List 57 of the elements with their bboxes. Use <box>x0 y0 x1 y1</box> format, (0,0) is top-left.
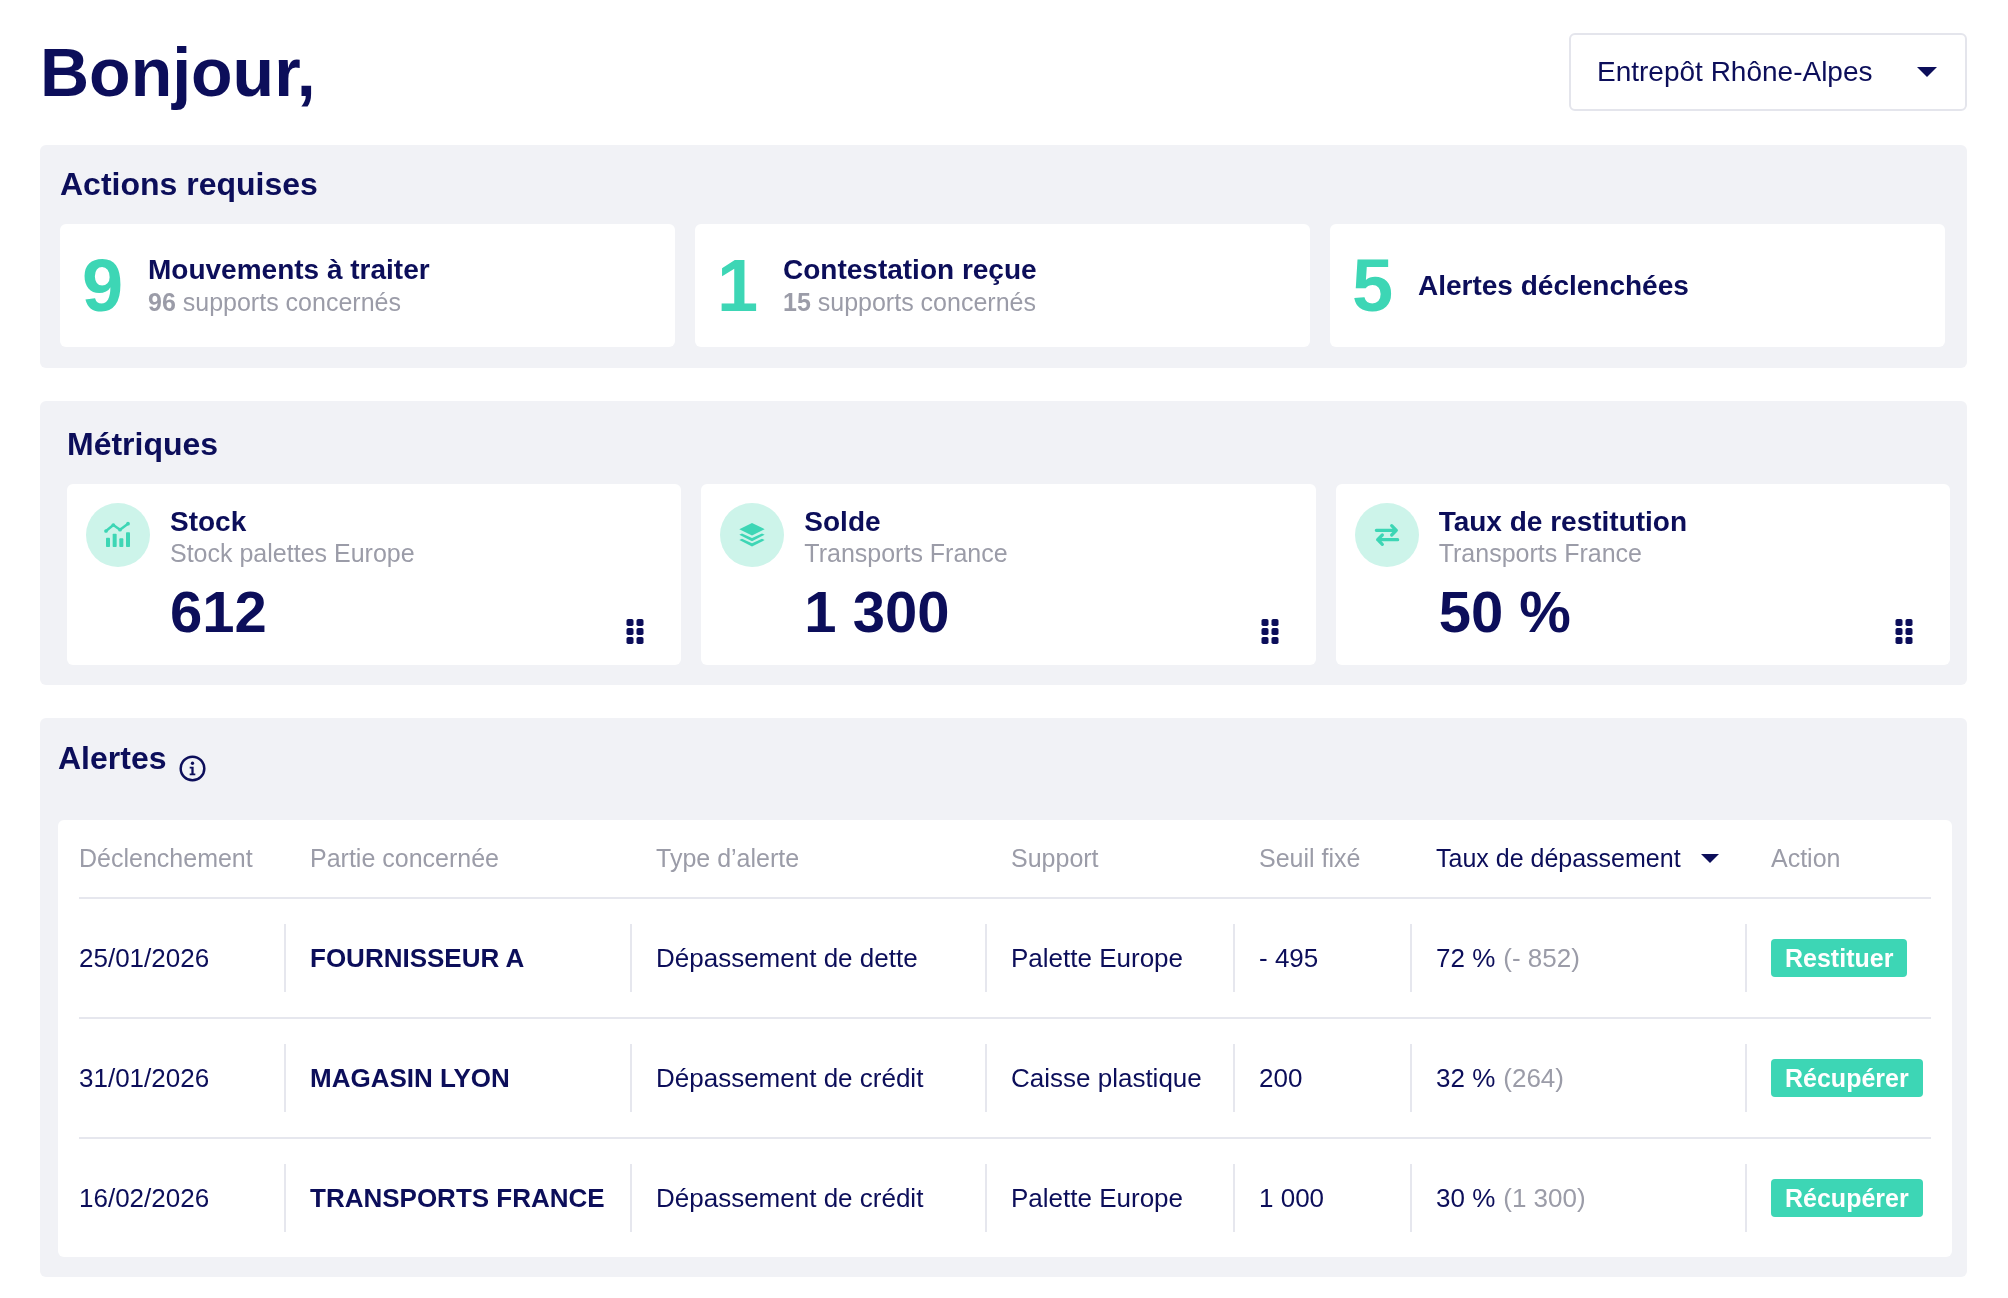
grip-icon[interactable] <box>1260 619 1279 644</box>
caret-icon <box>1917 67 1937 77</box>
column-header[interactable]: Type d’alerte <box>630 844 985 873</box>
grip-icon[interactable] <box>626 619 645 644</box>
action-count: 9 <box>82 248 125 323</box>
table-cell: 32 % (264) <box>1410 1044 1745 1112</box>
table-cell: Caisse plastique <box>985 1044 1233 1112</box>
action-title: Contestation reçue <box>783 253 1037 286</box>
table-cell: Palette Europe <box>985 1164 1233 1232</box>
action-subtitle: 15 supports concernés <box>783 287 1037 318</box>
table-cell: Dépassement de dette <box>630 924 985 992</box>
column-header[interactable]: Action <box>1745 844 1931 873</box>
table-cell: Dépassement de crédit <box>630 1044 985 1112</box>
table-cell: 72 % (- 852) <box>1410 924 1745 992</box>
metric-title: Stock <box>170 506 248 538</box>
table-cell: TRANSPORTS FRANCE <box>284 1164 630 1232</box>
table-cell: 30 % (1 300) <box>1410 1164 1745 1232</box>
table-cell: Dépassement de crédit <box>630 1164 985 1232</box>
metric-title: Taux de restitution <box>1438 506 1689 538</box>
caret-icon <box>1700 854 1719 863</box>
column-header[interactable]: Déclenchement <box>79 844 284 873</box>
table-cell: MAGASIN LYON <box>284 1044 630 1112</box>
metric-value: 1 300 <box>804 580 951 644</box>
metric-subtitle: Transports France <box>1438 538 1643 568</box>
action-count: 5 <box>1352 248 1395 323</box>
metric-value: 50 % <box>1438 580 1572 644</box>
greeting-heading: Bonjour, <box>40 33 316 111</box>
metric-value: 612 <box>170 580 268 644</box>
column-header[interactable]: Taux de dépassement <box>1410 844 1745 873</box>
column-header[interactable]: Support <box>985 844 1233 873</box>
info-icon[interactable] <box>178 755 206 782</box>
action-subtitle: 96 supports concernés <box>148 287 402 318</box>
table-cell-text: 16/02/2026 <box>79 1181 211 1215</box>
action-card[interactable]: 5 Alertes déclenchées <box>1330 224 1945 347</box>
section-title: Métriques <box>67 425 219 463</box>
action-title: Mouvements à traiter <box>148 253 430 286</box>
action-button[interactable]: Récupérer <box>1771 1059 1923 1097</box>
table-cell-text: 31/01/2026 <box>79 1061 211 1095</box>
action-button[interactable]: Restituer <box>1771 939 1908 977</box>
metric-title: Solde <box>804 506 882 538</box>
warehouse-select[interactable]: Entrepôt Rhône-Alpes <box>1569 33 1967 111</box>
section-title: Actions requises <box>60 165 318 203</box>
table-cell: 200 <box>1233 1044 1410 1112</box>
column-header[interactable]: Seuil fixé <box>1233 844 1410 873</box>
action-title: Alertes déclenchées <box>1418 269 1689 302</box>
action-count: 1 <box>717 248 760 323</box>
grip-icon[interactable] <box>1895 619 1913 644</box>
table-cell: FOURNISSEUR A <box>284 924 630 992</box>
section-title: Alertes <box>58 739 167 777</box>
table-cell: 1 000 <box>1233 1164 1410 1232</box>
table-cell: Palette Europe <box>985 924 1233 992</box>
table-cell-text: 25/01/2026 <box>79 941 211 975</box>
metric-subtitle: Stock palettes Europe <box>170 538 416 568</box>
table-cell: - 495 <box>1233 924 1410 992</box>
column-header[interactable]: Partie concernée <box>284 844 630 873</box>
metric-subtitle: Transports France <box>804 538 1009 568</box>
action-button[interactable]: Récupérer <box>1771 1179 1923 1217</box>
